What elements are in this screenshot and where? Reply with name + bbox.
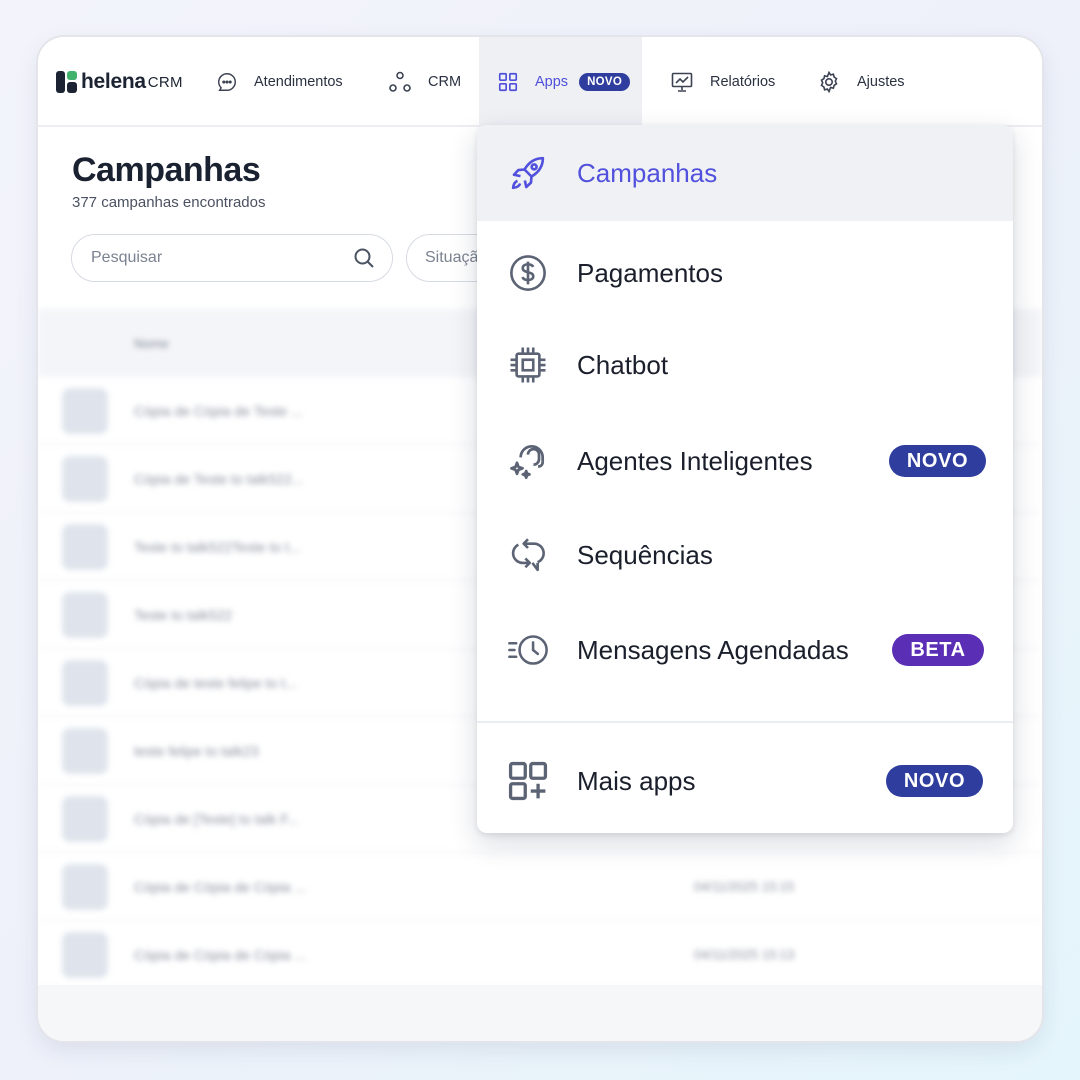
table-row[interactable]: Cópia de Cópia de Cópia ... 04/11/2025 15… [38,853,1042,921]
menu-item-label: Mensagens Agendadas [577,634,849,665]
menu-item-label: Agentes Inteligentes [577,445,813,476]
table-row[interactable]: Cópia de Cópia de Cópia ... 04/11/2025 15… [38,921,1042,989]
agent-sparkle-icon [506,439,550,483]
result-count: 377 campanhas encontrados [72,194,266,211]
logo-wordmark: helena [81,70,146,93]
nav-label: Apps [535,74,569,90]
row-date: 04/11/2025 15:15 [694,879,795,894]
menu-divider [477,721,1013,723]
dollar-circle-icon [506,251,550,295]
page-title: Campanhas [72,151,261,189]
chat-bubble-icon [217,73,236,91]
nav-relatorios[interactable]: Relatórios [670,37,775,127]
menu-item-agentes-inteligentes[interactable]: Agentes Inteligentes NOVO [477,415,1013,507]
file-icon [62,863,108,910]
nav-label: Relatórios [710,74,776,90]
apps-dropdown-menu: Campanhas Pagamentos Chatbot Agentes Int… [477,125,1013,833]
search-placeholder: Pesquisar [91,249,163,266]
file-icon [62,523,108,570]
menu-item-mensagens-agendadas[interactable]: Mensagens Agendadas BETA [477,604,1013,696]
file-icon [62,591,108,638]
logo-mark-icon [56,71,77,93]
file-icon [62,795,108,842]
menu-item-campanhas[interactable]: Campanhas [477,125,1013,221]
table-footer [38,985,1042,1041]
grid-plus-icon [506,759,550,803]
menu-item-chatbot[interactable]: Chatbot [477,319,1013,411]
helena-crm-logo[interactable]: helena CRM [56,70,183,94]
nav-label: CRM [428,74,462,90]
column-header-nome: Nome [134,335,169,351]
row-name: Cópia de Cópia de Cópia ... [134,878,306,895]
novo-badge: NOVO [579,73,631,91]
gear-icon [820,70,838,94]
file-icon [62,659,108,706]
menu-item-label: Chatbot [577,349,669,380]
nav-atendimentos[interactable]: Atendimentos [216,37,343,127]
search-icon [354,248,374,268]
file-icon [62,387,108,434]
menu-item-label: Mais apps [577,765,696,796]
nav-label: Ajustes [857,74,905,90]
menu-item-label: Pagamentos [577,257,723,288]
menu-item-mais-apps[interactable]: Mais apps NOVO [477,735,1013,827]
search-input[interactable]: Pesquisar [71,234,393,282]
nav-label: Atendimentos [254,74,343,90]
chip-icon [506,343,550,387]
rocket-icon [506,151,550,195]
loop-arrows-icon [506,533,550,577]
chart-board-icon [671,72,693,92]
beta-badge: BETA [892,634,984,666]
nav-ajustes[interactable]: Ajustes [817,37,905,127]
menu-item-label: Sequências [577,539,713,570]
file-icon [62,455,108,502]
file-icon [62,931,108,978]
menu-item-sequencias[interactable]: Sequências [477,509,1013,601]
logo-suffix: CRM [147,73,183,91]
top-navigation: helena CRM Atendimentos CRM Apps NOVO Re… [38,37,1042,127]
nav-crm[interactable]: CRM [388,37,461,127]
menu-item-label: Campanhas [577,157,718,188]
grid-icon [498,72,518,92]
novo-badge: NOVO [889,445,986,477]
row-date: 04/11/2025 15:13 [694,947,795,962]
scheduled-clock-icon [506,628,550,672]
file-icon [62,727,108,774]
novo-badge: NOVO [886,765,983,797]
nodes-icon [389,71,411,92]
nav-apps[interactable]: Apps NOVO [479,37,643,127]
row-name: Cópia de Cópia de Cópia ... [134,946,306,963]
menu-item-pagamentos[interactable]: Pagamentos [477,227,1013,319]
